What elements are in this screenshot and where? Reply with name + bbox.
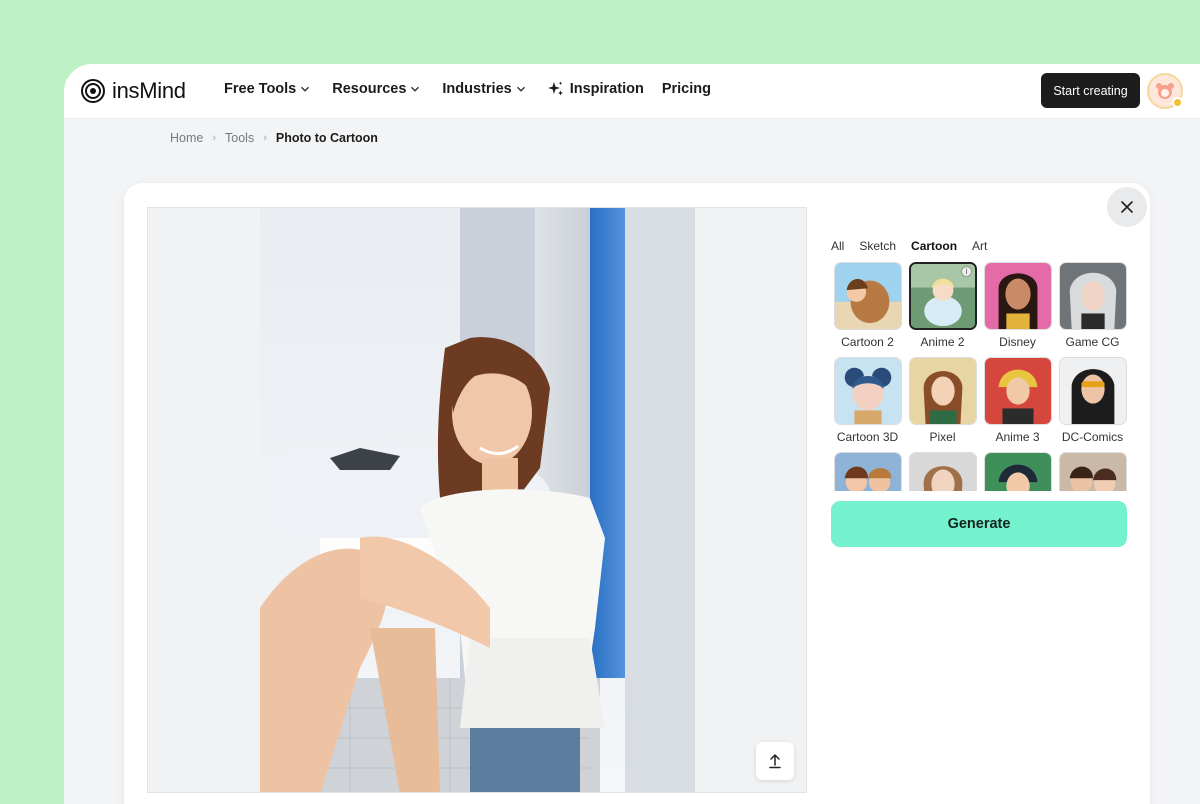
close-icon [1121, 201, 1133, 213]
user-avatar[interactable] [1147, 73, 1183, 109]
style-thumbnail [983, 357, 1052, 425]
style-thumbnail [983, 452, 1052, 491]
style-thumbnail [833, 262, 902, 330]
chevron-down-icon [411, 86, 420, 92]
style-thumbnail [833, 357, 902, 425]
sparkle-icon [547, 81, 563, 96]
breadcrumb: Home › Tools › Photo to Cartoon [170, 131, 378, 145]
style-item[interactable] [1055, 452, 1130, 491]
image-preview [147, 207, 807, 793]
breadcrumb-home[interactable]: Home [170, 131, 203, 145]
avatar-status-badge [1172, 97, 1183, 108]
style-label: Anime 2 [920, 335, 965, 349]
chevron-right-icon: › [263, 132, 267, 144]
style-thumbnail [908, 452, 977, 491]
nav-industries-label: Industries [442, 81, 512, 97]
editor-card: All Sketch Cartoon Art Cartoon 2 i Anime… [124, 183, 1150, 804]
style-label: DC-Comics [1061, 430, 1124, 444]
upload-icon [769, 754, 781, 769]
upload-button[interactable] [756, 742, 794, 780]
app-window: insMind Free Tools Resources Industries [64, 64, 1200, 804]
style-grid: Cartoon 2 i Anime 2 Disney Game CG Carto… [830, 262, 1130, 491]
top-navbar: insMind Free Tools Resources Industries [64, 64, 1200, 119]
nav-resources[interactable]: Resources [332, 81, 420, 97]
style-thumbnail [833, 452, 902, 491]
start-creating-button[interactable]: Start creating [1041, 73, 1140, 108]
tab-cartoon[interactable]: Cartoon [911, 239, 957, 253]
nav-free-tools-label: Free Tools [224, 81, 297, 97]
style-thumbnail [1058, 357, 1127, 425]
tab-art[interactable]: Art [972, 239, 987, 253]
style-label: Disney [999, 335, 1036, 349]
style-thumbnail [1058, 452, 1127, 491]
style-cartoon-2[interactable]: Cartoon 2 [830, 262, 905, 349]
generate-button[interactable]: Generate [831, 501, 1127, 547]
nav-resources-label: Resources [332, 81, 407, 97]
style-item[interactable] [830, 452, 905, 491]
close-button[interactable] [1107, 187, 1147, 227]
style-item[interactable] [980, 452, 1055, 491]
style-label: Game CG [1065, 335, 1120, 349]
chevron-down-icon [301, 86, 310, 92]
nav-industries[interactable]: Industries [442, 81, 525, 97]
breadcrumb-current: Photo to Cartoon [275, 131, 378, 145]
style-item[interactable] [905, 452, 980, 491]
brand-logo[interactable]: insMind [81, 78, 186, 104]
nav-inspiration[interactable]: Inspiration [547, 81, 644, 97]
main-nav: Free Tools Resources Industries Inspirat… [224, 81, 733, 97]
style-dc-comics[interactable]: DC-Comics [1055, 357, 1130, 444]
nav-pricing[interactable]: Pricing [662, 81, 711, 97]
style-anime-3[interactable]: Anime 3 [980, 357, 1055, 444]
style-category-tabs: All Sketch Cartoon Art [831, 239, 987, 253]
style-label: Anime 3 [995, 430, 1040, 444]
style-label: Cartoon 3D [836, 430, 899, 444]
style-cartoon-3d[interactable]: Cartoon 3D [830, 357, 905, 444]
style-label: Pixel [929, 430, 956, 444]
style-pixel[interactable]: Pixel [905, 357, 980, 444]
logo-icon [81, 79, 105, 103]
chevron-down-icon [516, 86, 525, 92]
breadcrumb-tools[interactable]: Tools [225, 131, 254, 145]
style-game-cg[interactable]: Game CG [1055, 262, 1130, 349]
tab-all[interactable]: All [831, 239, 844, 253]
info-icon[interactable]: i [961, 266, 972, 277]
style-disney[interactable]: Disney [980, 262, 1055, 349]
chevron-right-icon: › [212, 132, 217, 144]
nav-inspiration-label: Inspiration [569, 81, 644, 97]
style-anime-2[interactable]: i Anime 2 [905, 262, 980, 349]
style-thumbnail [983, 262, 1052, 330]
style-label: Cartoon 2 [841, 335, 894, 349]
uploaded-photo [260, 208, 695, 792]
brand-name: insMind [112, 78, 186, 103]
style-thumbnail [908, 357, 977, 425]
nav-pricing-label: Pricing [661, 81, 711, 97]
tab-sketch[interactable]: Sketch [859, 239, 896, 253]
nav-free-tools[interactable]: Free Tools [224, 81, 310, 97]
style-thumbnail [1058, 262, 1127, 330]
